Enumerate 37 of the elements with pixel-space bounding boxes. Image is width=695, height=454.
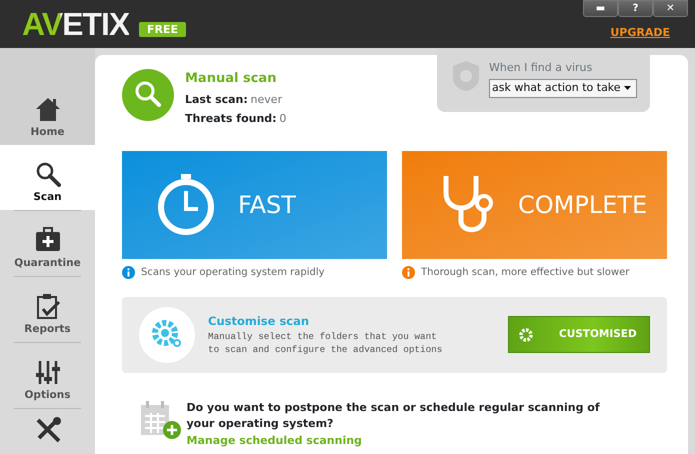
gear-icon [519, 328, 533, 342]
last-scan-value: never [250, 92, 282, 108]
info-icon [402, 266, 415, 278]
upgrade-link[interactable]: UPGRADE [610, 25, 670, 42]
threats-value: 0 [279, 111, 286, 127]
customise-description: Manually select the folders that you want to scan and configure the advanced options [208, 330, 442, 356]
sliders-icon [34, 359, 60, 386]
scan-mode-description: Scans your operating system rapidly [141, 266, 325, 280]
close-button[interactable]: ✕ [653, 0, 688, 17]
info-icon [122, 266, 135, 278]
clipboard-check-icon [34, 293, 60, 320]
action-dropdown[interactable]: ask what action to take [489, 78, 637, 98]
gears-icon [139, 306, 195, 362]
fast-scan-tile[interactable]: FAST [122, 150, 387, 258]
sidebar-item[interactable]: Quarantine [0, 211, 95, 276]
threats-label: Threats found: [185, 111, 277, 127]
search-icon [34, 161, 60, 188]
scan-title: Manual scan [185, 70, 278, 88]
search-badge-icon [122, 69, 174, 121]
sidebar-item[interactable]: Scan [0, 145, 95, 210]
sidebar-item[interactable]: Options [0, 343, 95, 408]
sidebar-item[interactable]: Home [0, 48, 95, 145]
first-aid-case-icon [34, 227, 60, 254]
scan-mode-description: Thorough scan, more effective but slower [421, 266, 630, 280]
calendar-add-icon [139, 400, 181, 442]
edition-badge: FREE [139, 22, 186, 37]
help-button[interactable]: ? [618, 0, 653, 17]
virus-action-label: When I find a virus [489, 60, 594, 76]
caret-icon [624, 86, 631, 90]
home-icon [34, 96, 60, 122]
minimize-button[interactable]: ▬ [583, 0, 618, 17]
tools-icon [34, 417, 60, 443]
customise-title: Customise scan [208, 312, 310, 330]
sidebar-item[interactable]: Reports [0, 277, 95, 342]
schedule-question: Do you want to postpone the scan or schedule regular scanning of your operating system? [186, 400, 601, 432]
stopwatch-icon [156, 172, 216, 236]
last-scan-label: Last scan: [185, 92, 248, 108]
